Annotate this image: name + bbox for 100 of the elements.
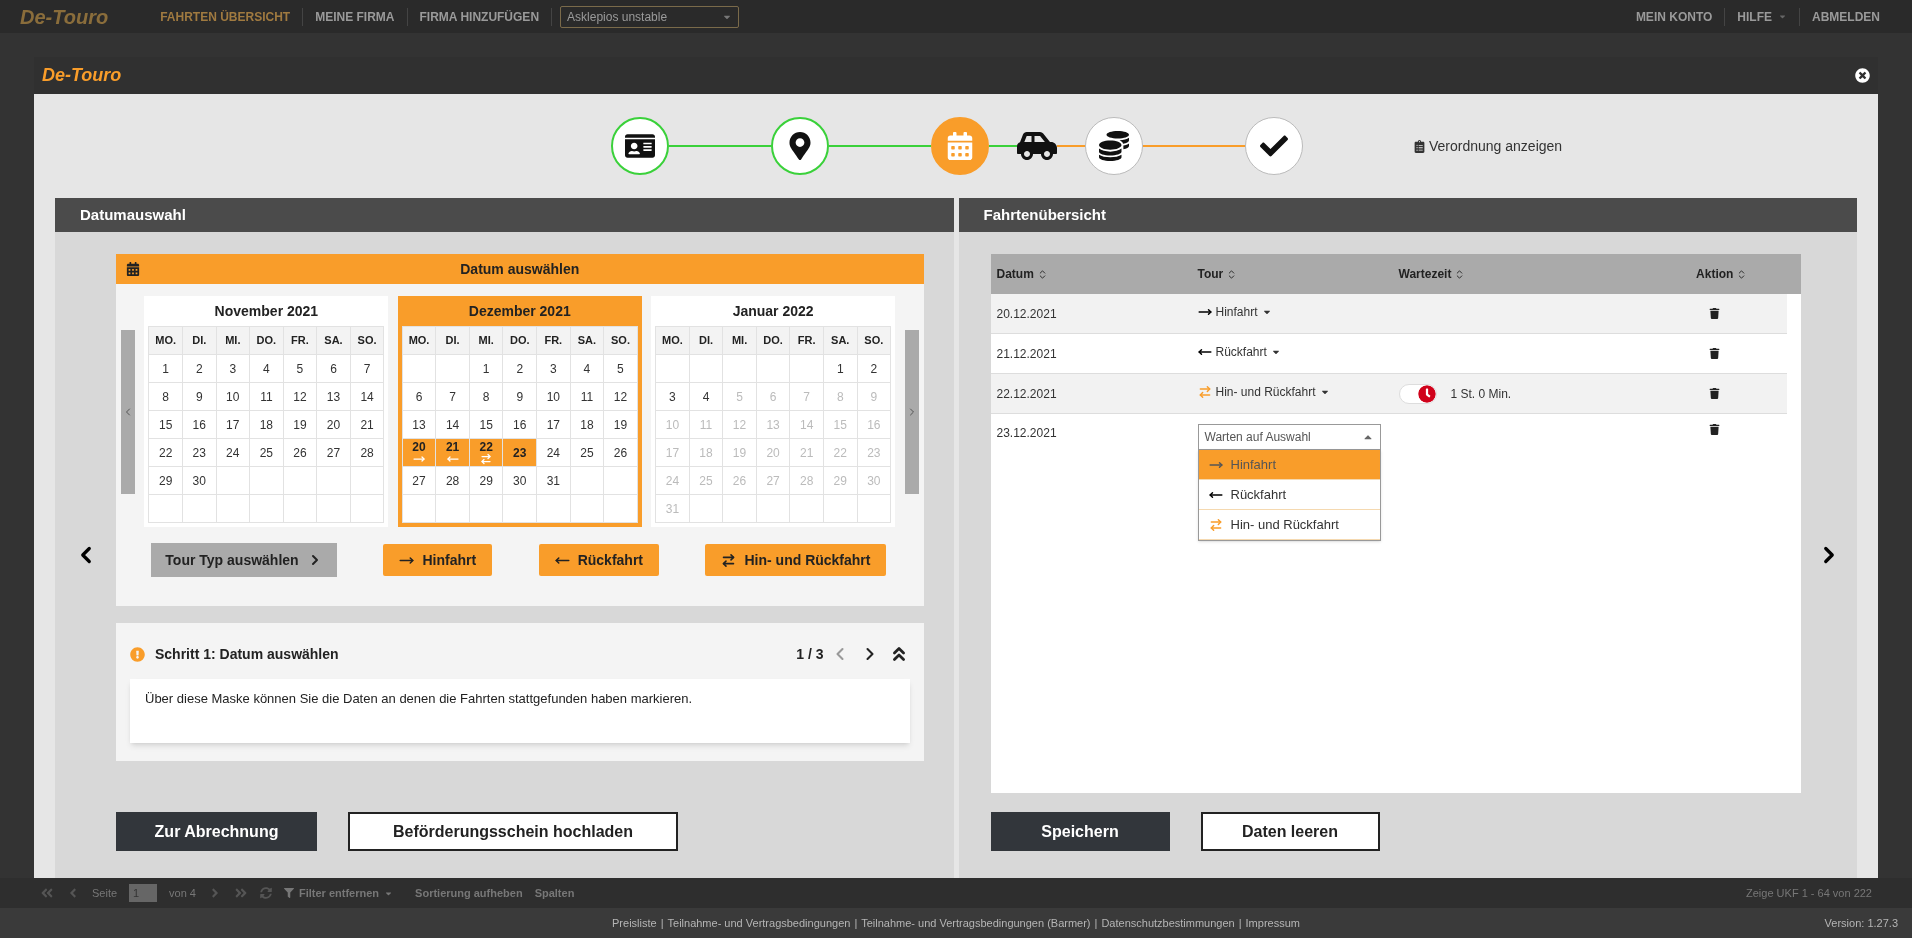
dropdown-option[interactable]: Hin- und Rückfahrt (1198, 510, 1380, 540)
day-cell[interactable]: 28 (436, 467, 469, 494)
day-cell[interactable]: 19 (604, 411, 637, 438)
day-cell[interactable]: 9 (503, 383, 537, 410)
day-cell[interactable]: 6 (317, 355, 350, 382)
day-cell[interactable]: 15 (469, 411, 503, 438)
day-cell[interactable]: 2 (857, 355, 891, 382)
day-cell[interactable]: 12 (604, 383, 637, 410)
day-cell[interactable]: 1 (823, 355, 857, 382)
day-cell[interactable]: 25 (570, 439, 604, 466)
day-cell[interactable]: 4 (250, 355, 283, 382)
footer-link[interactable]: Teilnahme- und Vertragsbedingungen (667, 914, 851, 932)
nav-link[interactable]: MEIN KONTO (1623, 7, 1726, 26)
day-cell[interactable]: 3 (537, 355, 570, 382)
day-cell[interactable]: 4 (689, 383, 723, 410)
day-cell[interactable]: 26 (283, 439, 317, 466)
day-cell[interactable]: 15 (149, 411, 182, 438)
day-cell[interactable]: 20 (402, 439, 436, 466)
day-cell[interactable]: 25 (250, 439, 283, 466)
day-cell[interactable]: 2 (182, 355, 216, 382)
day-cell[interactable]: 18 (570, 411, 604, 438)
day-cell[interactable]: 17 (537, 411, 570, 438)
footer-link[interactable]: Datenschutzbestimmungen (1101, 914, 1235, 932)
billing-button[interactable]: Zur Abrechnung (116, 812, 317, 851)
upload-button[interactable]: Beförderungsschein hochladen (348, 812, 678, 851)
day-cell[interactable]: 13 (317, 383, 350, 410)
day-cell[interactable]: 29 (149, 467, 182, 494)
tenant-select[interactable]: Asklepios unstable (560, 5, 740, 28)
day-cell[interactable]: 27 (317, 439, 350, 466)
day-cell[interactable]: 9 (182, 383, 216, 410)
day-cell[interactable]: 18 (250, 411, 283, 438)
day-cell[interactable]: 23 (182, 439, 216, 466)
day-cell[interactable]: 6 (402, 383, 436, 410)
day-cell[interactable]: 28 (350, 439, 384, 466)
day-cell[interactable]: 19 (283, 411, 317, 438)
tour-dropdown[interactable]: Hinfahrt (1197, 302, 1272, 321)
tour-button[interactable]: Rückfahrt (538, 544, 659, 576)
footer-link[interactable]: Impressum (1245, 914, 1300, 932)
day-cell[interactable]: 27 (402, 467, 436, 494)
day-cell[interactable]: 20 (317, 411, 350, 438)
day-cell[interactable]: 11 (250, 383, 283, 410)
nav-link[interactable]: FIRMA HINZUFÜGEN (407, 7, 553, 26)
tour-button[interactable]: Hinfahrt (383, 544, 493, 576)
day-cell[interactable]: 13 (402, 411, 436, 438)
wait-toggle[interactable] (1398, 383, 1437, 404)
tour-button[interactable]: Hin- und Rückfahrt (705, 544, 887, 576)
day-cell[interactable]: 21 (436, 439, 469, 466)
nav-link[interactable]: ABMELDEN (1800, 7, 1892, 26)
tour-dropdown[interactable]: Rückfahrt (1197, 342, 1281, 361)
clear-button[interactable]: Daten leeren (1200, 812, 1380, 851)
column-header[interactable]: Aktion (1642, 265, 1801, 283)
day-cell[interactable]: 16 (503, 411, 537, 438)
day-cell[interactable]: 24 (216, 439, 250, 466)
day-cell[interactable]: 30 (503, 467, 537, 494)
day-cell[interactable]: 12 (283, 383, 317, 410)
column-header[interactable]: Datum (990, 265, 1192, 283)
day-cell[interactable]: 31 (537, 467, 570, 494)
day-cell[interactable]: 1 (149, 355, 182, 382)
day-cell[interactable]: 7 (350, 355, 384, 382)
day-cell[interactable]: 24 (537, 439, 570, 466)
trash-icon[interactable] (1709, 424, 1721, 435)
day-cell[interactable]: 5 (283, 355, 317, 382)
day-cell[interactable]: 14 (436, 411, 469, 438)
nav-link[interactable]: HILFE (1725, 7, 1800, 26)
dropdown-option[interactable]: Rückfahrt (1198, 480, 1380, 510)
day-cell[interactable]: 8 (149, 383, 182, 410)
day-cell[interactable]: 4 (570, 355, 604, 382)
footer-link[interactable]: Preisliste (612, 914, 657, 932)
day-cell[interactable]: 14 (350, 383, 384, 410)
tour-dropdown[interactable]: Hin- und Rückfahrt (1197, 382, 1330, 401)
prescription-link[interactable]: Verordnung anzeigen (1413, 135, 1563, 157)
day-cell[interactable]: 21 (350, 411, 384, 438)
tour-type-button[interactable]: Tour Typ auswählen (151, 543, 337, 577)
footer-link[interactable]: Teilnahme- und Vertragsbedingungen (Barmer) (861, 914, 1091, 932)
day-cell[interactable]: 1 (469, 355, 503, 382)
nav-link[interactable]: MEINE FIRMA (303, 7, 408, 26)
day-cell[interactable]: 10 (537, 383, 570, 410)
day-cell[interactable]: 2 (503, 355, 537, 382)
close-icon[interactable] (1855, 68, 1870, 83)
nav-link[interactable]: FAHRTEN ÜBERSICHT (148, 7, 304, 26)
day-cell[interactable]: 7 (436, 383, 469, 410)
column-header[interactable]: Wartezeit (1392, 265, 1643, 283)
tour-select[interactable]: Warten auf Auswahl (1197, 424, 1381, 450)
day-cell[interactable]: 26 (604, 439, 637, 466)
day-cell[interactable]: 5 (604, 355, 637, 382)
trash-icon[interactable] (1709, 388, 1721, 399)
day-cell[interactable]: 3 (656, 383, 689, 410)
day-cell[interactable]: 11 (570, 383, 604, 410)
save-button[interactable]: Speichern (990, 812, 1170, 851)
trash-icon[interactable] (1709, 348, 1721, 359)
day-cell[interactable]: 8 (469, 383, 503, 410)
day-cell[interactable]: 16 (182, 411, 216, 438)
dropdown-option[interactable]: Hinfahrt (1198, 450, 1380, 480)
day-cell[interactable]: 30 (182, 467, 216, 494)
day-cell[interactable]: 17 (216, 411, 250, 438)
column-header[interactable]: Tour (1191, 265, 1393, 283)
day-cell[interactable]: 22 (469, 439, 503, 466)
day-cell[interactable]: 29 (469, 467, 503, 494)
day-cell[interactable]: 3 (216, 355, 250, 382)
day-cell[interactable]: 23 (503, 439, 537, 466)
